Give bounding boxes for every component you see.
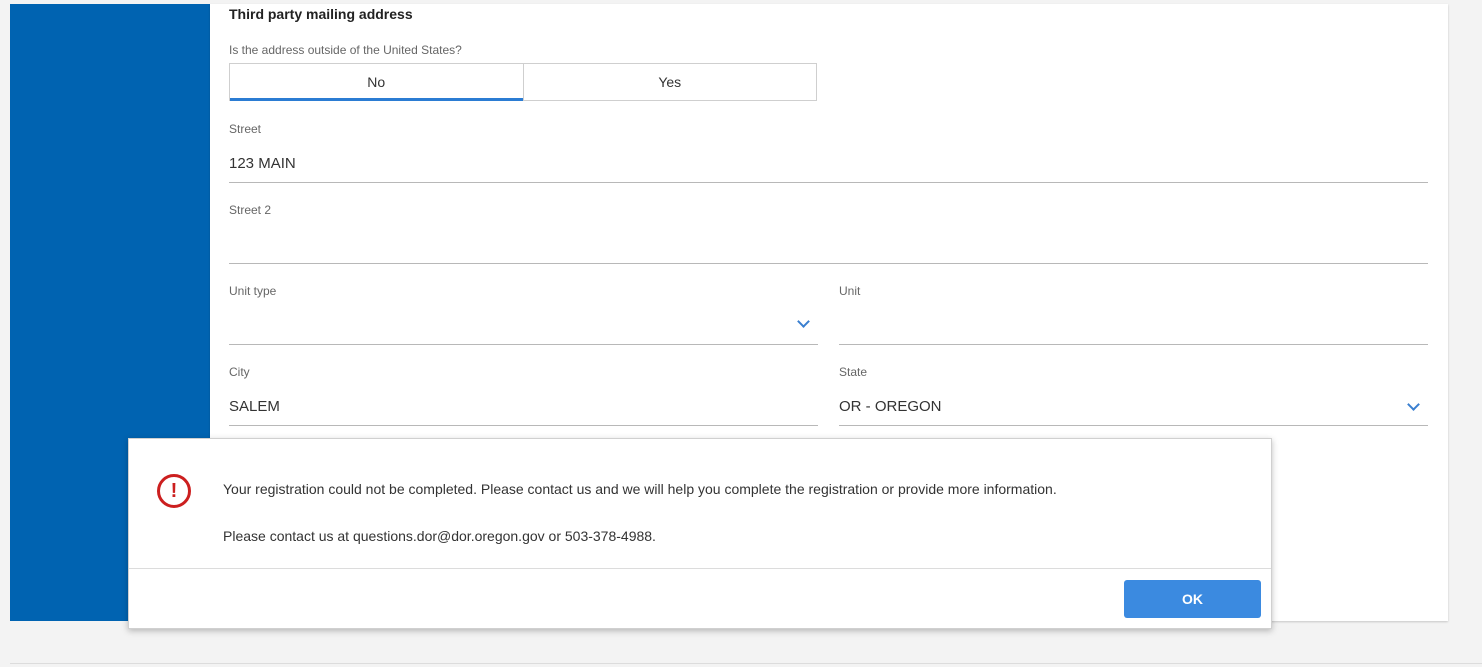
city-input[interactable]: SALEM (229, 398, 280, 415)
state-select[interactable]: State OR - OREGON (839, 365, 1428, 426)
street2-label: Street 2 (229, 203, 272, 217)
state-value[interactable]: OR - OREGON (839, 398, 942, 415)
alert-circle-icon: ! (157, 474, 191, 508)
error-message: Your registration could not be completed… (223, 481, 1057, 497)
toggle-no-button[interactable]: No (230, 64, 523, 101)
city-label: City (229, 365, 250, 379)
city-field[interactable]: City SALEM (229, 365, 818, 426)
error-dialog: ! Your registration could not be complet… (128, 438, 1272, 629)
toggle-yes-button[interactable]: Yes (522, 64, 817, 100)
section-title: Third party mailing address (229, 6, 413, 22)
dialog-divider (129, 568, 1271, 569)
street-input[interactable]: 123 MAIN (229, 155, 296, 172)
chevron-down-icon[interactable] (797, 315, 810, 328)
ok-button[interactable]: OK (1124, 580, 1261, 618)
chevron-down-icon[interactable] (1407, 398, 1420, 411)
unit-type-label: Unit type (229, 284, 277, 298)
outside-us-toggle: No Yes (229, 63, 817, 101)
outside-us-question: Is the address outside of the United Sta… (229, 43, 462, 57)
street2-field[interactable]: Street 2 (229, 203, 1428, 264)
street-label: Street (229, 122, 262, 136)
unit-field[interactable]: Unit (839, 284, 1428, 345)
page-divider (10, 663, 1482, 664)
street-field[interactable]: Street 123 MAIN (229, 122, 1428, 183)
unit-label: Unit (839, 284, 861, 298)
unit-type-select[interactable]: Unit type (229, 284, 818, 345)
contact-message: Please contact us at questions.dor@dor.o… (223, 528, 656, 544)
state-label: State (839, 365, 868, 379)
